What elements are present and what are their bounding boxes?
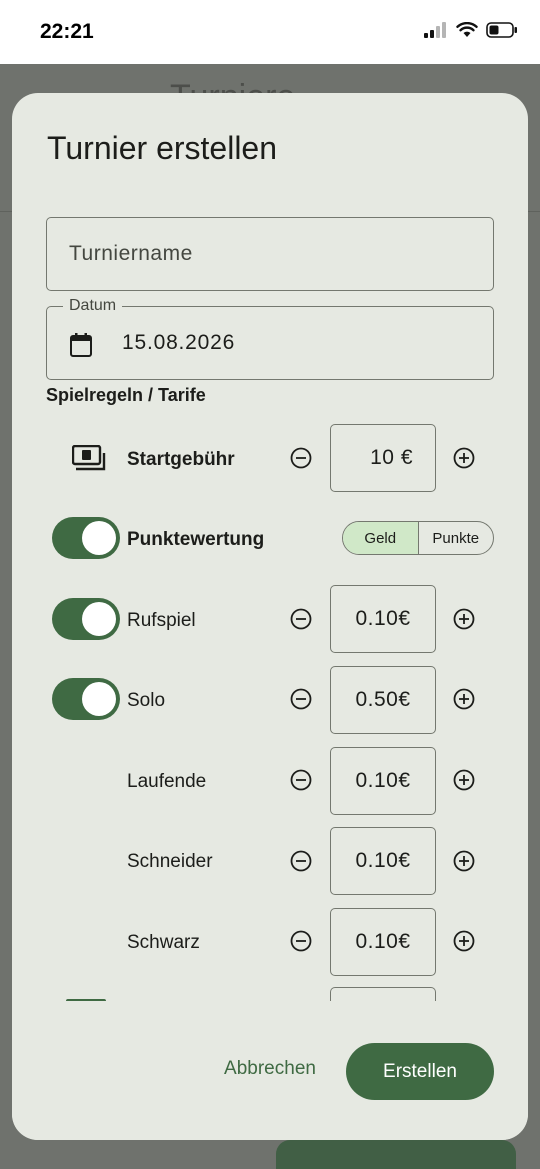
calendar-icon[interactable]: [69, 332, 93, 363]
tariff-label: Schwarz: [127, 932, 200, 953]
dialog-title: Turnier erstellen: [47, 130, 278, 166]
toggle-knob: [82, 521, 116, 555]
money-icon: [71, 444, 106, 476]
rufspiel-toggle[interactable]: [52, 598, 120, 640]
laufende-value[interactable]: 0.10€: [330, 747, 436, 815]
solo-toggle[interactable]: [52, 678, 120, 720]
plus-circle-icon: [453, 688, 475, 710]
schwarz-value[interactable]: 0.10€: [330, 908, 436, 976]
background-fab: [276, 1140, 516, 1169]
start-fee-label: Startgebühr: [127, 449, 235, 470]
start-fee-value[interactable]: 10 €: [330, 424, 436, 492]
rufspiel-value[interactable]: 0.10€: [330, 585, 436, 653]
minus-circle-icon: [290, 769, 312, 791]
rufspiel-increase-button[interactable]: [453, 608, 475, 630]
minus-circle-icon: [290, 688, 312, 710]
tariff-label: Schneider: [127, 851, 213, 872]
solo-value[interactable]: 0.50€: [330, 666, 436, 734]
rufspiel-decrease-button[interactable]: [290, 608, 312, 630]
date-value: 15.08.2026: [122, 331, 236, 354]
plus-circle-icon: [453, 930, 475, 952]
toggle-knob: [82, 602, 116, 636]
laufende-increase-button[interactable]: [453, 769, 475, 791]
date-field[interactable]: Datum 15.08.2026: [46, 297, 494, 380]
segment-punkte[interactable]: Punkte: [419, 522, 494, 554]
scoring-mode-segmented-button[interactable]: Geld Punkte: [342, 521, 494, 555]
create-tournament-dialog: Turnier erstellen Datum 15.08.2026 Spiel…: [12, 93, 528, 1140]
schneider-decrease-button[interactable]: [290, 850, 312, 872]
minus-circle-icon: [290, 850, 312, 872]
status-time: 22:21: [40, 20, 94, 43]
start-fee-decrease-button[interactable]: [290, 447, 312, 469]
schwarz-decrease-button[interactable]: [290, 930, 312, 952]
segment-geld[interactable]: Geld: [343, 522, 419, 554]
battery-icon: [486, 22, 518, 43]
tariff-label: Solo: [127, 690, 166, 711]
create-button[interactable]: Erstellen: [346, 1043, 494, 1100]
next-row-value-partial: [330, 987, 436, 1001]
plus-circle-icon: [453, 769, 475, 791]
plus-circle-icon: [453, 447, 475, 469]
tournament-name-field[interactable]: [46, 217, 494, 291]
signal-icon: [424, 22, 448, 43]
minus-circle-icon: [290, 447, 312, 469]
schneider-increase-button[interactable]: [453, 850, 475, 872]
section-title: Spielregeln / Tarife: [46, 385, 206, 405]
schwarz-increase-button[interactable]: [453, 930, 475, 952]
schneider-value[interactable]: 0.10€: [330, 827, 436, 895]
date-label: Datum: [63, 297, 123, 315]
start-fee-increase-button[interactable]: [453, 447, 475, 469]
cancel-button[interactable]: Abbrechen: [210, 1045, 330, 1093]
tariff-label: Laufende: [127, 771, 207, 792]
tournament-name-input[interactable]: [47, 218, 493, 290]
scoring-toggle[interactable]: [52, 517, 120, 559]
plus-circle-icon: [453, 850, 475, 872]
solo-decrease-button[interactable]: [290, 688, 312, 710]
minus-circle-icon: [290, 930, 312, 952]
laufende-decrease-button[interactable]: [290, 769, 312, 791]
minus-circle-icon: [290, 608, 312, 630]
status-bar: 22:21: [0, 0, 540, 64]
scoring-label: Punktewertung: [127, 529, 265, 550]
solo-increase-button[interactable]: [453, 688, 475, 710]
status-icons: [424, 21, 518, 43]
wifi-icon: [456, 21, 478, 43]
tariff-label: Rufspiel: [127, 610, 196, 631]
toggle-knob: [82, 682, 116, 716]
plus-circle-icon: [453, 608, 475, 630]
